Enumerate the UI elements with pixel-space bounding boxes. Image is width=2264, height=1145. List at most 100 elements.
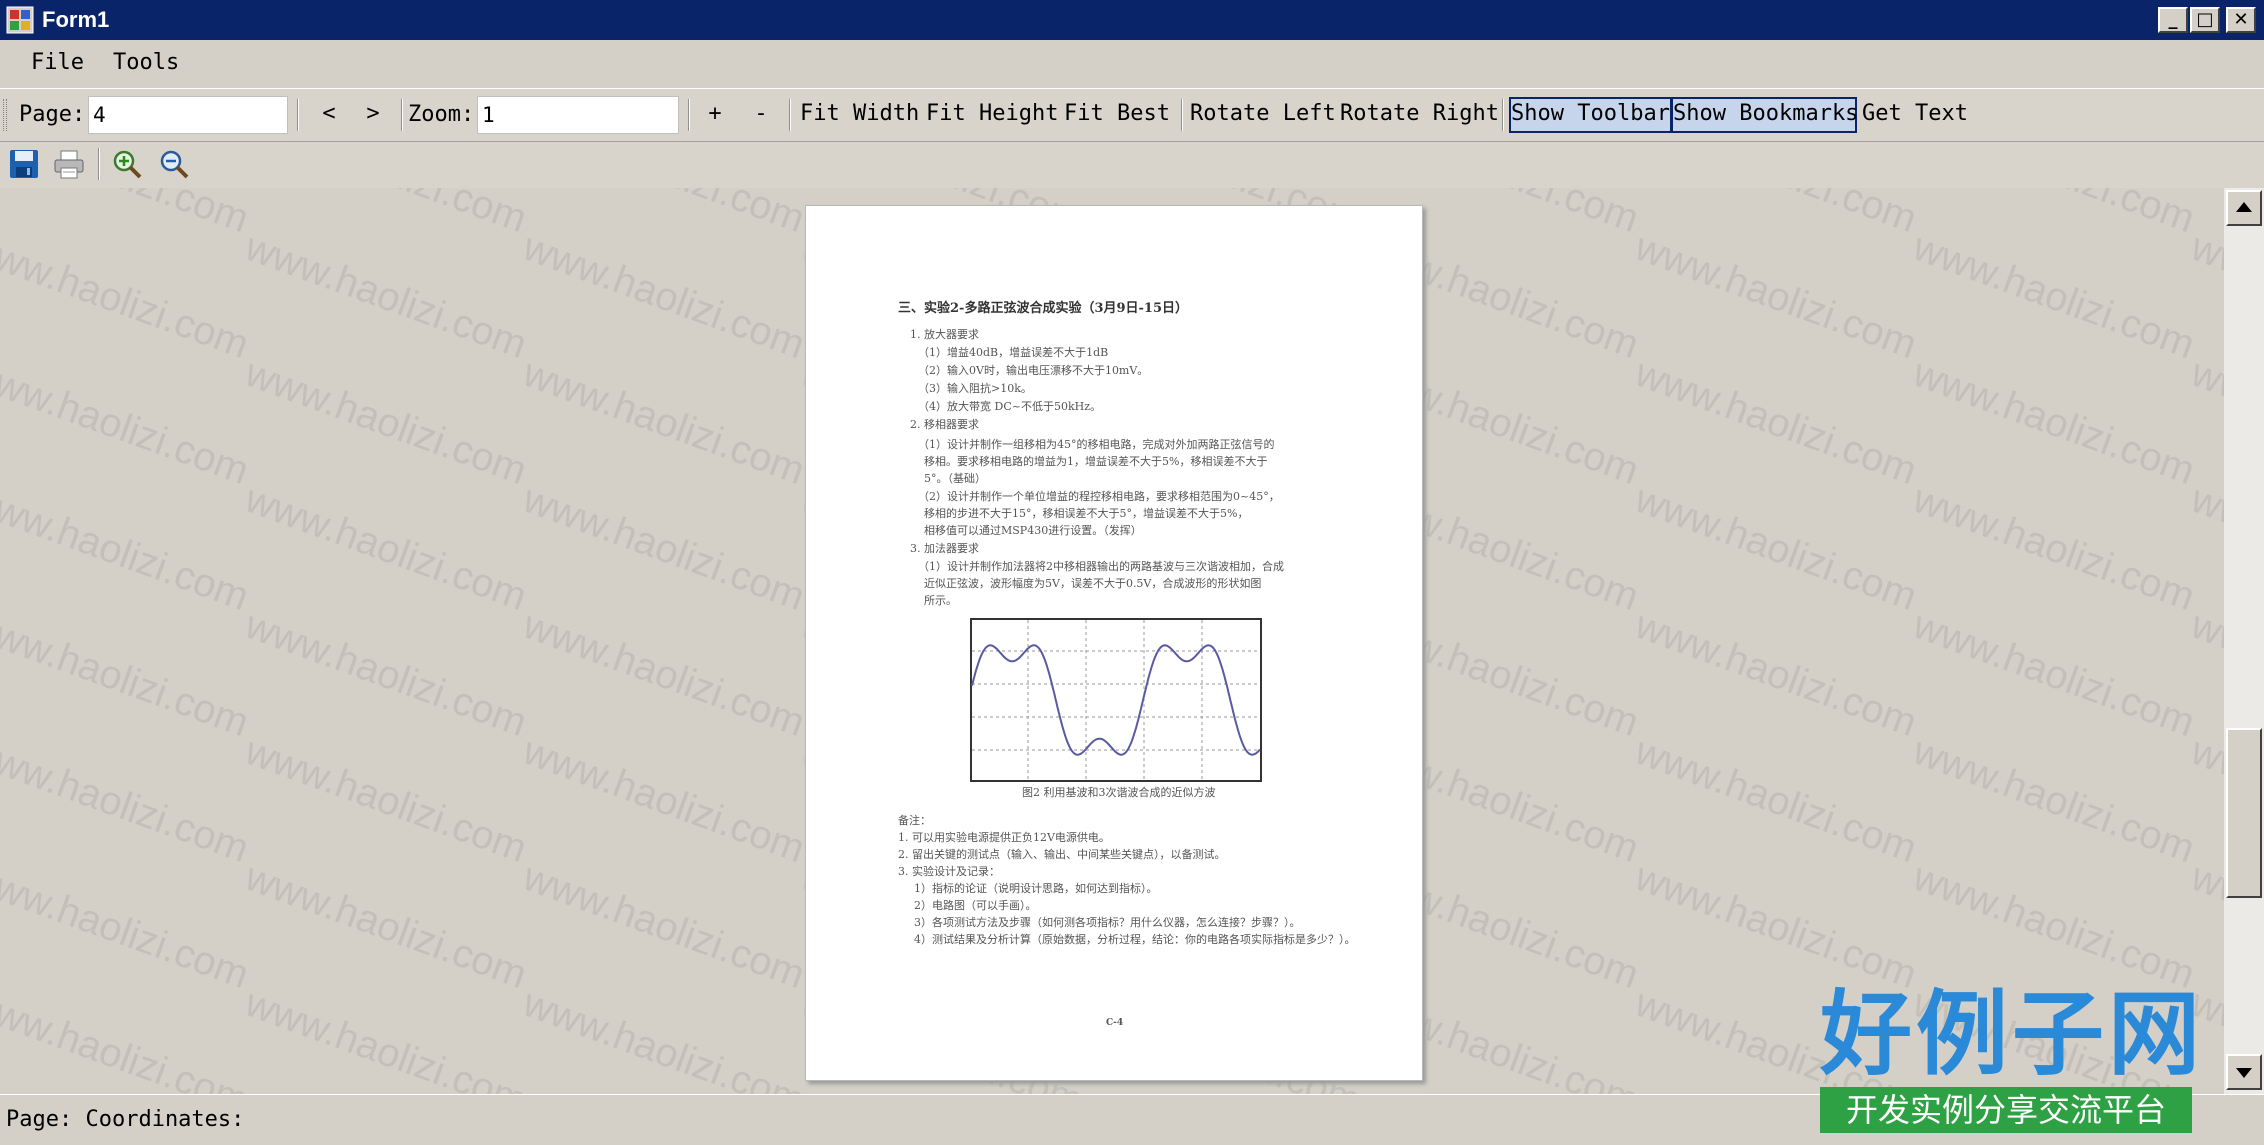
- toolbar-separator: [1502, 99, 1504, 131]
- watermark-text: www.haolizi.com: [239, 728, 533, 872]
- vertical-scrollbar[interactable]: [2224, 188, 2264, 1094]
- doc-line: 所示。: [924, 594, 957, 607]
- rotate-right-button[interactable]: Rotate Right: [1340, 97, 1499, 133]
- note-line: 1）指标的论证（说明设计思路，如何达到指标）。: [914, 882, 1158, 895]
- toolbar-separator: [1181, 99, 1183, 131]
- watermark-text: www.haolizi.com: [0, 188, 254, 242]
- waveform-figure: [970, 618, 1262, 782]
- watermark-text: www.haolizi.com: [0, 350, 255, 494]
- zoom-in-icon[interactable]: [110, 147, 144, 181]
- scroll-thumb[interactable]: [2226, 728, 2262, 898]
- pdf-page: 三、实验2-多路正弦波合成实验（3月9日-15日） 1. 放大器要求 （1）增益…: [805, 205, 1423, 1081]
- minimize-button[interactable]: _: [2158, 7, 2188, 33]
- page-input[interactable]: [88, 96, 288, 134]
- zoom-input[interactable]: [477, 96, 679, 134]
- toolbar-grip[interactable]: [3, 99, 7, 131]
- doc-line: 1. 放大器要求: [910, 328, 979, 341]
- doc-line: （2）设计并制作一个单位增益的程控移相电路，要求移相范围为0~45°，: [918, 490, 1280, 503]
- watermark-text: www.haolizi.com: [0, 854, 255, 998]
- watermark-text: www.haolizi.com: [517, 854, 811, 998]
- watermark-text: www.haolizi.com: [517, 980, 811, 1094]
- page-footer: C-4: [1106, 1018, 1124, 1028]
- watermark-text: www.haolizi.com: [1907, 476, 2201, 620]
- zoom-label: Zoom:: [408, 102, 475, 127]
- watermark-text: www.haolizi.com: [2185, 224, 2224, 368]
- rotate-left-button[interactable]: Rotate Left: [1190, 97, 1336, 133]
- maximize-icon: □: [2196, 9, 2214, 30]
- watermark-text: www.haolizi.com: [1907, 728, 2201, 872]
- watermark-text: www.haolizi.com: [1629, 224, 1923, 368]
- watermark-text: www.haolizi.com: [0, 602, 255, 746]
- doc-line: 移相。要求移相电路的增益为1，增益误差不大于5%，移相误差不大于: [924, 455, 1268, 468]
- scroll-down-button[interactable]: [2226, 1054, 2262, 1090]
- show-toolbar-button[interactable]: Show Toolbar: [1509, 97, 1672, 133]
- arrow-up-icon: [2236, 202, 2252, 212]
- watermark-text: www.haolizi.com: [517, 188, 811, 242]
- navigation-toolbar: Page: < > Zoom: + - Fit Width Fit Height…: [0, 88, 2264, 142]
- fit-best-button[interactable]: Fit Best: [1064, 97, 1170, 133]
- page-label: Page:: [19, 102, 86, 127]
- menu-bar: File Tools: [0, 40, 2264, 86]
- watermark-text: www.haolizi.com: [1907, 224, 2201, 368]
- maximize-button[interactable]: □: [2190, 7, 2220, 33]
- watermark-text: www.haolizi.com: [1629, 476, 1923, 620]
- doc-line: （1）设计并制作一组移相为45°的移相电路，完成对外加两路正弦信号的: [918, 438, 1275, 451]
- save-icon[interactable]: [7, 147, 41, 181]
- watermark-text: www.haolizi.com: [2185, 188, 2224, 242]
- menu-tools[interactable]: Tools: [113, 50, 179, 76]
- fit-width-button[interactable]: Fit Width: [800, 97, 919, 133]
- doc-heading: 三、实验2-多路正弦波合成实验（3月9日-15日）: [898, 301, 1189, 316]
- toolbar-separator: [789, 99, 791, 131]
- watermark-text: www.haolizi.com: [1907, 602, 2201, 746]
- doc-line: 2. 移相器要求: [910, 418, 979, 431]
- status-text: Page: Coordinates:: [6, 1107, 245, 1132]
- toolbar-separator: [297, 99, 299, 131]
- doc-line: 3. 加法器要求: [910, 542, 979, 555]
- action-toolbar: [0, 142, 2264, 188]
- menu-file[interactable]: File: [31, 50, 84, 76]
- note-line: 3. 实验设计及记录：: [898, 865, 1000, 878]
- toolbar-separator: [401, 99, 403, 131]
- note-line: 4）测试结果及分析计算（原始数据，分析过程，结论：你的电路各项实际指标是多少？）…: [914, 933, 1356, 946]
- window-title: Form1: [42, 7, 110, 32]
- close-button[interactable]: ✕: [2226, 7, 2256, 33]
- watermark-text: www.haolizi.com: [239, 350, 533, 494]
- watermark-text: www.haolizi.com: [2185, 854, 2224, 998]
- previous-page-button[interactable]: <: [316, 97, 342, 133]
- watermark-text: www.haolizi.com: [2185, 476, 2224, 620]
- watermark-text: www.haolizi.com: [0, 224, 255, 368]
- zoom-out-icon[interactable]: [157, 147, 191, 181]
- watermark-text: www.haolizi.com: [0, 476, 255, 620]
- figure-caption: 图2 利用基波和3次谐波合成的近似方波: [1022, 786, 1216, 799]
- watermark-text: www.haolizi.com: [239, 602, 533, 746]
- watermark-text: www.haolizi.com: [239, 188, 533, 242]
- show-bookmarks-button[interactable]: Show Bookmarks: [1671, 97, 1858, 133]
- title-bar: Form1 _ □ ✕: [0, 0, 2264, 40]
- doc-line: 相移值可以通过MSP430进行设置。（发挥）: [924, 524, 1142, 537]
- note-line: 2. 留出关键的测试点（输入、输出、中间某些关键点），以备测试。: [898, 848, 1226, 861]
- watermark-text: www.haolizi.com: [1629, 728, 1923, 872]
- watermark-text: www.haolizi.com: [239, 476, 533, 620]
- print-icon[interactable]: [52, 147, 86, 181]
- watermark-text: www.haolizi.com: [517, 602, 811, 746]
- zoom-in-button[interactable]: +: [702, 97, 728, 133]
- watermark-text: www.haolizi.com: [239, 854, 533, 998]
- brand-subtitle: 开发实例分享交流平台: [1820, 1087, 2192, 1133]
- watermark-text: www.haolizi.com: [1907, 188, 2201, 242]
- watermark-text: www.haolizi.com: [1907, 854, 2201, 998]
- watermark-text: www.haolizi.com: [239, 980, 533, 1094]
- next-page-button[interactable]: >: [360, 97, 386, 133]
- watermark-text: www.haolizi.com: [2185, 728, 2224, 872]
- fit-height-button[interactable]: Fit Height: [926, 97, 1058, 133]
- doc-line: （2）输入0V时，输出电压漂移不大于10mV。: [918, 364, 1149, 377]
- app-icon: [6, 6, 34, 34]
- watermark-text: www.haolizi.com: [1629, 854, 1923, 998]
- minimize-icon: _: [2168, 9, 2178, 30]
- watermark-text: www.haolizi.com: [1629, 350, 1923, 494]
- scroll-up-button[interactable]: [2226, 190, 2262, 226]
- close-icon: ✕: [2233, 9, 2249, 30]
- zoom-out-button[interactable]: -: [748, 97, 774, 133]
- get-text-button[interactable]: Get Text: [1862, 97, 1968, 133]
- doc-line: （3）输入阻抗>10k。: [918, 382, 1032, 395]
- watermark-text: www.haolizi.com: [0, 980, 255, 1094]
